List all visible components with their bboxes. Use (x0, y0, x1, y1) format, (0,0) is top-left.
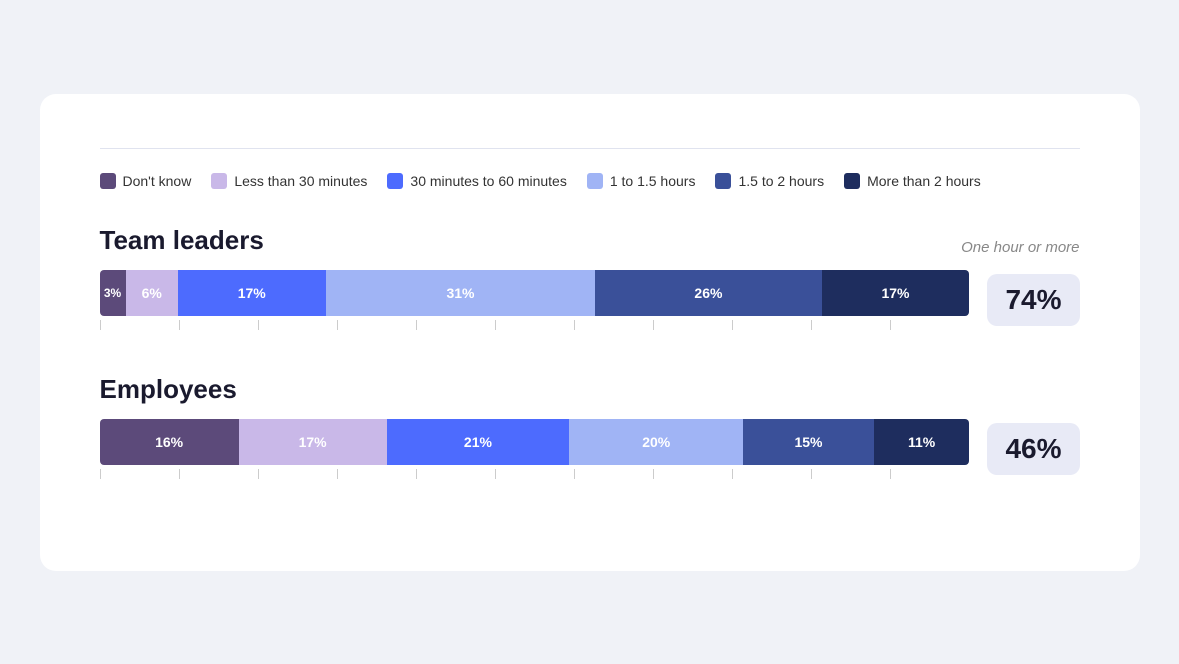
main-card: Don't know Less than 30 minutes 30 minut… (40, 94, 1140, 571)
bar-segment-employees-1: 17% (239, 419, 387, 465)
bar-segment-team-leaders-0: 3% (100, 270, 126, 316)
bar-segment-team-leaders-3: 31% (326, 270, 596, 316)
tick-team-leaders-8 (732, 320, 811, 330)
tick-employees-7 (653, 469, 732, 479)
legend-label-1.5-2: 1.5 to 2 hours (738, 173, 824, 189)
legend-color-30-60 (387, 173, 403, 189)
legend-item-1-1.5: 1 to 1.5 hours (587, 173, 696, 189)
legend-item-less-30: Less than 30 minutes (211, 173, 367, 189)
section-header-employees: Employees (100, 374, 1080, 405)
bar-row-employees: 16% 17% 21% 20% 15% 11% 46% (100, 419, 1080, 479)
section-note-team-leaders: One hour or more (961, 239, 1079, 256)
tick-team-leaders-3 (337, 320, 416, 330)
tick-employees-9 (811, 469, 890, 479)
bar-segment-employees-4: 15% (743, 419, 873, 465)
bar-segment-employees-2: 21% (387, 419, 570, 465)
legend-color-1-1.5 (587, 173, 603, 189)
bar-segment-team-leaders-5: 17% (822, 270, 970, 316)
bar-container-employees: 16% 17% 21% 20% 15% 11% (100, 419, 970, 479)
tick-employees-10 (890, 469, 969, 479)
tick-row-employees (100, 469, 970, 479)
section-title-team-leaders: Team leaders (100, 225, 264, 256)
tick-employees-8 (732, 469, 811, 479)
section-employees: Employees 16% 17% 21% 20% 15% 11% (100, 374, 1080, 479)
legend-item-1.5-2: 1.5 to 2 hours (715, 173, 824, 189)
tick-employees-3 (337, 469, 416, 479)
legend-item-dont-know: Don't know (100, 173, 192, 189)
result-badge-employees: 46% (987, 423, 1079, 475)
bar-row-team-leaders: 3% 6% 17% 31% 26% 17% 74% (100, 270, 1080, 330)
bar-segment-employees-5: 11% (874, 419, 970, 465)
tick-team-leaders-0 (100, 320, 179, 330)
tick-team-leaders-2 (258, 320, 337, 330)
tick-employees-5 (495, 469, 574, 479)
legend-color-dont-know (100, 173, 116, 189)
legend-color-1.5-2 (715, 173, 731, 189)
bar-team-leaders: 3% 6% 17% 31% 26% 17% (100, 270, 970, 316)
tick-team-leaders-5 (495, 320, 574, 330)
tick-employees-6 (574, 469, 653, 479)
bar-segment-team-leaders-2: 17% (178, 270, 326, 316)
title-divider (100, 148, 1080, 149)
tick-employees-0 (100, 469, 179, 479)
bar-segment-employees-0: 16% (100, 419, 239, 465)
bar-segment-employees-3: 20% (569, 419, 743, 465)
legend-label-1-1.5: 1 to 1.5 hours (610, 173, 696, 189)
bar-container-team-leaders: 3% 6% 17% 31% 26% 17% (100, 270, 970, 330)
bar-segment-team-leaders-1: 6% (126, 270, 178, 316)
result-badge-team-leaders: 74% (987, 274, 1079, 326)
bar-segment-team-leaders-4: 26% (595, 270, 821, 316)
tick-team-leaders-7 (653, 320, 732, 330)
tick-team-leaders-6 (574, 320, 653, 330)
legend-color-less-30 (211, 173, 227, 189)
legend-color-more-2 (844, 173, 860, 189)
tick-team-leaders-1 (179, 320, 258, 330)
tick-team-leaders-9 (811, 320, 890, 330)
section-team-leaders: Team leaders One hour or more 3% 6% 17% … (100, 225, 1080, 330)
legend: Don't know Less than 30 minutes 30 minut… (100, 173, 1080, 189)
legend-item-more-2: More than 2 hours (844, 173, 981, 189)
section-title-employees: Employees (100, 374, 237, 405)
legend-label-more-2: More than 2 hours (867, 173, 981, 189)
legend-label-30-60: 30 minutes to 60 minutes (410, 173, 566, 189)
tick-employees-2 (258, 469, 337, 479)
tick-team-leaders-4 (416, 320, 495, 330)
section-header-team-leaders: Team leaders One hour or more (100, 225, 1080, 256)
legend-item-30-60: 30 minutes to 60 minutes (387, 173, 566, 189)
bar-employees: 16% 17% 21% 20% 15% 11% (100, 419, 970, 465)
tick-employees-1 (179, 469, 258, 479)
legend-label-less-30: Less than 30 minutes (234, 173, 367, 189)
tick-employees-4 (416, 469, 495, 479)
legend-label-dont-know: Don't know (123, 173, 192, 189)
tick-row-team-leaders (100, 320, 970, 330)
tick-team-leaders-10 (890, 320, 969, 330)
